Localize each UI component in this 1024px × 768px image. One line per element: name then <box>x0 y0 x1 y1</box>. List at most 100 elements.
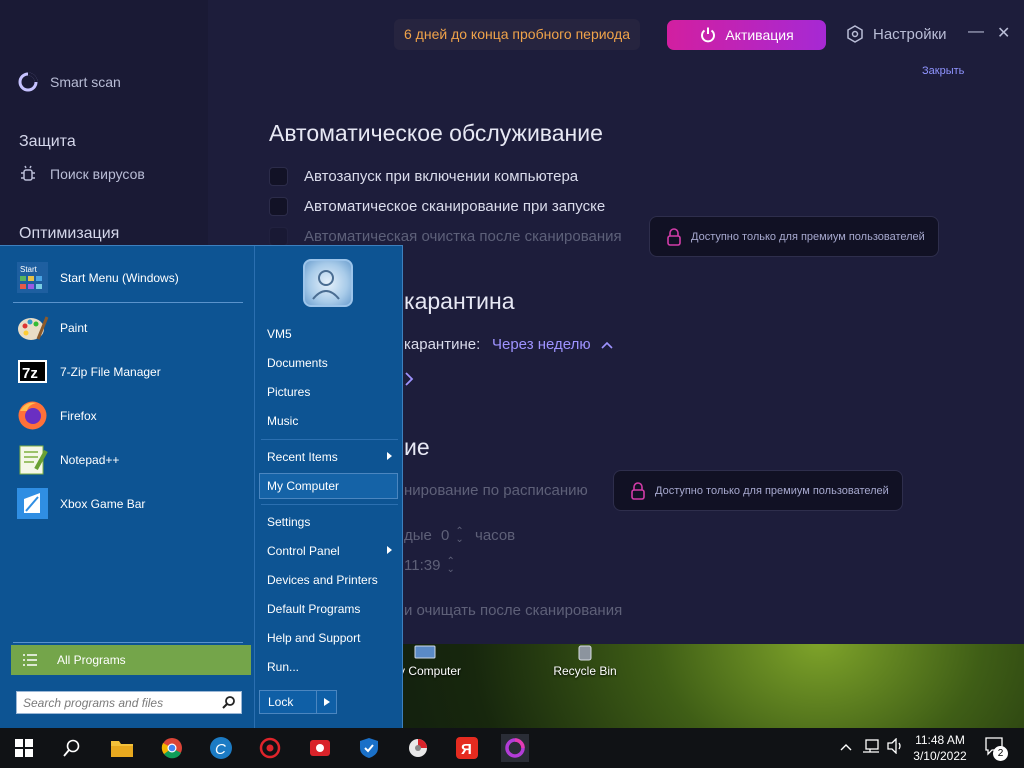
user-name-link[interactable]: VM5 <box>267 327 292 341</box>
chevron-right-icon[interactable] <box>404 371 414 392</box>
program-xbox-game-bar[interactable]: Xbox Game Bar <box>16 487 246 520</box>
program-start-menu-windows[interactable]: Start Start Menu (Windows) <box>16 261 246 294</box>
user-avatar[interactable] <box>303 259 353 307</box>
desktop-icon-recycle-bin[interactable]: Recycle Bin <box>540 644 630 678</box>
taskbar-screen-recorder[interactable] <box>306 734 334 762</box>
notepadpp-icon <box>16 443 49 476</box>
divider <box>261 504 398 505</box>
notification-center-button[interactable]: 2 <box>984 736 1008 761</box>
program-label: 7-Zip File Manager <box>60 364 161 379</box>
submenu-arrow-icon <box>387 452 392 460</box>
sidebar-item-smart-scan[interactable]: Smart scan <box>18 72 121 92</box>
volume-icon[interactable] <box>886 737 904 757</box>
settings-link[interactable]: Settings <box>267 515 310 529</box>
start-menu-programs: Start Start Menu (Windows) Paint 7z 7-Zi… <box>0 246 254 729</box>
all-programs-button[interactable]: All Programs <box>11 645 251 675</box>
computer-icon <box>409 644 441 662</box>
recent-items-link[interactable]: Recent Items <box>267 450 402 464</box>
svg-text:7z: 7z <box>22 365 38 382</box>
7zip-icon: 7z <box>16 355 49 388</box>
windows-start-icon <box>15 739 33 757</box>
help-support-link[interactable]: Help and Support <box>267 631 360 645</box>
search-icon <box>222 696 235 709</box>
divider <box>261 439 398 440</box>
taskbar-disk-cleaner[interactable] <box>404 734 432 762</box>
run-link[interactable]: Run... <box>267 660 299 674</box>
control-panel-link[interactable]: Control Panel <box>267 544 402 558</box>
file-explorer-icon <box>111 741 133 757</box>
tray-clock[interactable]: 11:48 AM 3/10/2022 <box>909 732 971 764</box>
antivirus-icon <box>259 737 281 759</box>
minimize-icon: — <box>968 23 984 40</box>
taskbar-file-explorer[interactable] <box>108 734 136 762</box>
program-paint[interactable]: Paint <box>16 311 246 344</box>
start-menu: Start Start Menu (Windows) Paint 7z 7-Zi… <box>0 245 403 729</box>
list-icon <box>23 654 37 666</box>
devices-printers-link[interactable]: Devices and Printers <box>267 573 378 587</box>
time-stepper: 11:39 ⌃ ⌄ <box>404 556 455 574</box>
option-autoscan[interactable]: Автоматическое сканирование при запуске <box>269 197 605 216</box>
section-title-auto-maintenance: Автоматическое обслуживание <box>269 120 603 146</box>
recycle-bin-icon <box>569 644 601 662</box>
premium-only-badge: Доступно только для премиум пользователе… <box>649 216 939 257</box>
option-autostart[interactable]: Автозапуск при включении компьютера <box>269 167 578 186</box>
screen-recorder-icon <box>310 740 330 756</box>
windows-start-button[interactable] <box>10 734 38 762</box>
desktop-icon-label: Recycle Bin <box>553 664 617 678</box>
my-computer-link[interactable]: My Computer <box>267 479 339 493</box>
close-link[interactable]: Закрыть <box>922 65 964 77</box>
svg-text:Я: Я <box>461 741 472 758</box>
section-title-schedule: ие <box>404 434 430 460</box>
checkbox[interactable] <box>269 197 288 216</box>
start-search-input[interactable]: Search programs and files <box>16 691 242 714</box>
program-notepadpp[interactable]: Notepad++ <box>16 443 246 476</box>
taskbar-chrome[interactable] <box>158 734 186 762</box>
option-label: Автоматическое сканирование при запуске <box>304 198 606 215</box>
firefox-icon <box>16 399 49 432</box>
chrome-icon <box>161 738 182 759</box>
music-link[interactable]: Music <box>267 414 298 428</box>
app-topbar: 6 дней до конца пробного периода Активац… <box>0 19 1024 51</box>
defender-shield-icon <box>360 738 378 758</box>
lock-options-arrow[interactable] <box>316 691 336 713</box>
settings-button[interactable]: Настройки <box>846 25 947 43</box>
close-button[interactable]: ✕ <box>997 23 1010 43</box>
taskbar-ccleaner[interactable]: C <box>207 734 235 762</box>
activate-label: Активация <box>725 27 794 43</box>
scheduled-scan-label: нирование по расписанию <box>404 482 588 499</box>
svg-text:C: C <box>215 741 226 758</box>
network-icon[interactable] <box>862 738 880 757</box>
program-label: Xbox Game Bar <box>60 496 146 511</box>
search-placeholder: Search programs and files <box>23 695 164 710</box>
taskbar-yandex[interactable]: Я <box>453 734 481 762</box>
sidebar-item-virus-search[interactable]: Поиск вирусов <box>18 164 145 184</box>
quarantine-period-dropdown[interactable]: Через неделю <box>492 336 613 353</box>
lock-icon <box>667 227 681 246</box>
documents-link[interactable]: Documents <box>267 356 328 370</box>
clock-time: 11:48 AM <box>915 733 965 747</box>
minimize-button[interactable]: — <box>968 23 984 41</box>
lock-button[interactable]: Lock <box>259 690 337 714</box>
quarantine-period-value: Через неделю <box>492 336 591 353</box>
taskbar-antivirus[interactable] <box>256 734 284 762</box>
sidebar-item-label: Smart scan <box>50 74 121 90</box>
lock-icon <box>631 481 645 500</box>
taskbar-active-app[interactable] <box>501 734 529 762</box>
pictures-link[interactable]: Pictures <box>267 385 310 399</box>
program-7zip[interactable]: 7z 7-Zip File Manager <box>16 355 246 388</box>
taskbar-defender[interactable] <box>355 734 383 762</box>
option-label: Автоматическая очистка после сканировани… <box>304 228 622 245</box>
program-firefox[interactable]: Firefox <box>16 399 246 432</box>
lock-label: Lock <box>268 695 294 709</box>
clock-date: 3/10/2022 <box>913 749 967 763</box>
start-menu-places: VM5 Documents Pictures Music Recent Item… <box>254 246 403 729</box>
chevron-up-icon[interactable] <box>840 738 852 754</box>
yandex-icon: Я <box>456 737 478 759</box>
option-autoclean: Автоматическая очистка после сканировани… <box>269 227 622 246</box>
activate-button[interactable]: Активация <box>667 20 826 50</box>
default-programs-link[interactable]: Default Programs <box>267 602 360 616</box>
control-panel-label: Control Panel <box>267 544 340 558</box>
taskbar-search-button[interactable] <box>58 734 86 762</box>
chevron-up-icon <box>601 341 613 349</box>
checkbox[interactable] <box>269 167 288 186</box>
